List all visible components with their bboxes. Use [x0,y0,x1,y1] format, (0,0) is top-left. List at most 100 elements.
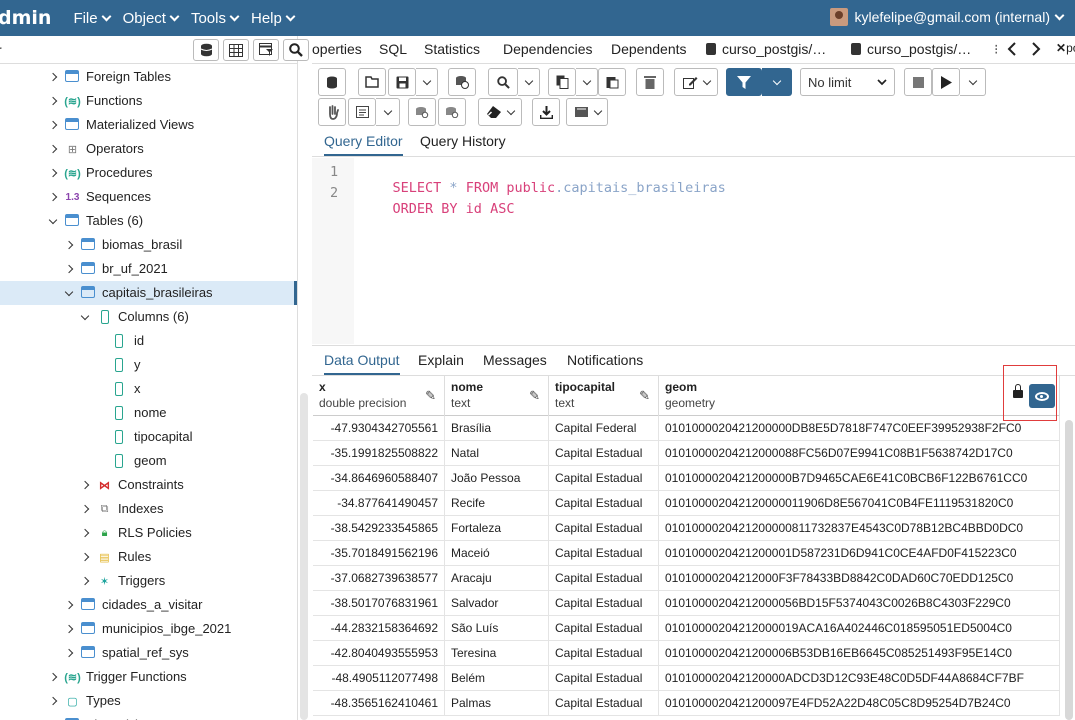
chevron-right-icon[interactable] [48,144,58,154]
table-cell[interactable]: Capital Estadual [549,616,659,641]
macros-icon[interactable] [318,98,346,126]
table-cell[interactable]: -38.5017076831961 [313,591,445,616]
table-cell[interactable]: Capital Estadual [549,691,659,716]
column-header[interactable]: x double precision ✎ [313,376,445,416]
tab-messages[interactable]: Messages [483,352,547,373]
chevron-down-icon[interactable] [80,312,90,322]
stop-icon[interactable] [904,68,932,96]
column-header[interactable]: geom geometry [659,376,1060,416]
filter-dropdown-button[interactable] [762,68,792,96]
tree-item[interactable]: 1.3 Sequences [0,185,297,209]
execute-icon[interactable] [932,68,960,96]
table-cell[interactable]: Capital Estadual [549,666,659,691]
chevron-down-icon[interactable] [64,288,74,298]
table-cell[interactable]: São Luís [445,616,549,641]
column-header[interactable]: nome text ✎ [445,376,549,416]
tree-item[interactable]: ⊞ Operators [0,137,297,161]
table-row[interactable]: -48.3565162410461 Palmas Capital Estadual 0… [313,691,1060,716]
chevron-right-icon[interactable] [64,240,74,250]
chevron-left-icon[interactable] [1007,42,1017,61]
chevron-right-icon[interactable] [48,696,58,706]
filter-table-icon[interactable] [253,39,279,61]
table-cell[interactable]: -35.7018491562196 [313,541,445,566]
table-cell[interactable]: Palmas [445,691,549,716]
tree-item[interactable]: (≋) Functions [0,89,297,113]
table-cell[interactable]: 01010000204212000056BD15F5374043C0026B8C… [659,591,1060,616]
tab-statistics[interactable]: Statistics [424,41,480,57]
table-cell[interactable]: Capital Estadual [549,491,659,516]
table-cell[interactable]: Capital Estadual [549,641,659,666]
tab-dependencies[interactable]: Dependencies [503,41,593,57]
tree-item[interactable]: Views (4) [0,713,297,720]
chevron-right-icon[interactable] [48,192,58,202]
table-cell[interactable]: -44.2832158364692 [313,616,445,641]
tree-item[interactable]: id [0,329,297,353]
tree-item[interactable]: ▤ Rules [0,545,297,569]
table-cell[interactable]: -48.3565162410461 [313,691,445,716]
tree-item[interactable]: ⋈ Constraints [0,473,297,497]
table-cell[interactable]: -48.4905112077498 [313,666,445,691]
table-row[interactable]: -48.4905112077498 Belém Capital Estadual 01… [313,666,1060,691]
menu-help[interactable]: Help [251,10,296,27]
table-cell[interactable]: 01010000204212000088FC56D07E9941C08B1F56… [659,441,1060,466]
table-cell[interactable]: -47.9304342705561 [313,416,445,441]
table-cell[interactable]: Fortaleza [445,516,549,541]
tree-item[interactable]: cidades_a_visitar [0,593,297,617]
sql-editor[interactable]: 1 2 SELECT * FROM public.capitais_brasil… [312,158,1075,344]
search-icon[interactable] [283,39,309,61]
copy-icon[interactable] [548,68,576,96]
table-cell[interactable]: Capital Estadual [549,566,659,591]
tab-postgis-partial[interactable]: ✕pos [1056,41,1075,55]
save-icon[interactable] [388,68,416,96]
rollback-icon[interactable] [438,98,466,126]
tree-item[interactable]: Tables (6) [0,209,297,233]
chevron-right-icon[interactable] [80,552,90,562]
table-cell[interactable]: Maceió [445,541,549,566]
tree-item[interactable]: x [0,377,297,401]
table-row[interactable]: -38.5429233545865 Fortaleza Capital Estadu… [313,516,1060,541]
table-row[interactable]: -34.8646960588407 João Pessoa Capital Esta… [313,466,1060,491]
chevron-down-icon[interactable] [48,216,58,226]
table-cell[interactable]: 01010000204212000019ACA16A402446C0185950… [659,616,1060,641]
tab-query-history[interactable]: Query History [420,133,506,154]
table-cell[interactable]: Brasília [445,416,549,441]
table-cell[interactable]: Capital Estadual [549,441,659,466]
tree-item[interactable]: (≋) Trigger Functions [0,665,297,689]
tab-sql[interactable]: SQL [379,41,407,57]
tree-item[interactable]: (≋) Procedures [0,161,297,185]
table-cell[interactable]: 0101000020421200000B7D9465CAE6E41C0BCB6F… [659,466,1060,491]
chevron-right-icon[interactable] [80,528,90,538]
table-cell[interactable]: -37.0682739638577 [313,566,445,591]
table-cell[interactable]: 010100002042120000ADCD3D12C93E48C0D5DF44… [659,666,1060,691]
table-row[interactable]: -34.877641490457 Recife Capital Estadual 01… [313,491,1060,516]
table-row[interactable]: -37.0682739638577 Aracaju Capital Estadual… [313,566,1060,591]
download-icon[interactable] [532,98,560,126]
clear-icon[interactable] [478,98,522,126]
chevron-right-icon[interactable] [48,168,58,178]
table-row[interactable]: -47.9304342705561 Brasília Capital Federal… [313,416,1060,441]
tree-item[interactable]: Foreign Tables [0,65,297,89]
table-cell[interactable]: Capital Federal [549,416,659,441]
table-cell[interactable]: Belém [445,666,549,691]
tree-item[interactable]: spatial_ref_sys [0,641,297,665]
tree-item[interactable]: geom [0,449,297,473]
grid-scrollbar[interactable] [1065,420,1073,720]
chevron-right-icon[interactable] [1031,42,1041,61]
save-data-changes-icon[interactable] [448,68,476,96]
user-menu[interactable]: kylefelipe@gmail.com (internal) [830,8,1065,26]
table-cell[interactable]: -34.8646960588407 [313,466,445,491]
chevron-right-icon[interactable] [48,72,58,82]
menu-tools[interactable]: Tools [191,10,240,27]
pencil-icon[interactable]: ✎ [639,388,650,404]
table-view-icon[interactable] [223,39,249,61]
tab-notifications[interactable]: Notifications [567,352,643,373]
table-cell[interactable]: 0101000020421200006B53DB16EB6645C0852514… [659,641,1060,666]
chevron-right-icon[interactable] [80,504,90,514]
copy-dropdown-button[interactable] [576,68,598,96]
table-cell[interactable]: -34.877641490457 [313,491,445,516]
explain-dropdown-button[interactable] [376,98,400,126]
database-icon[interactable] [193,39,219,61]
database-icon[interactable] [318,68,346,96]
tree-item[interactable]: ⧉ Indexes [0,497,297,521]
table-cell[interactable]: Capital Estadual [549,541,659,566]
